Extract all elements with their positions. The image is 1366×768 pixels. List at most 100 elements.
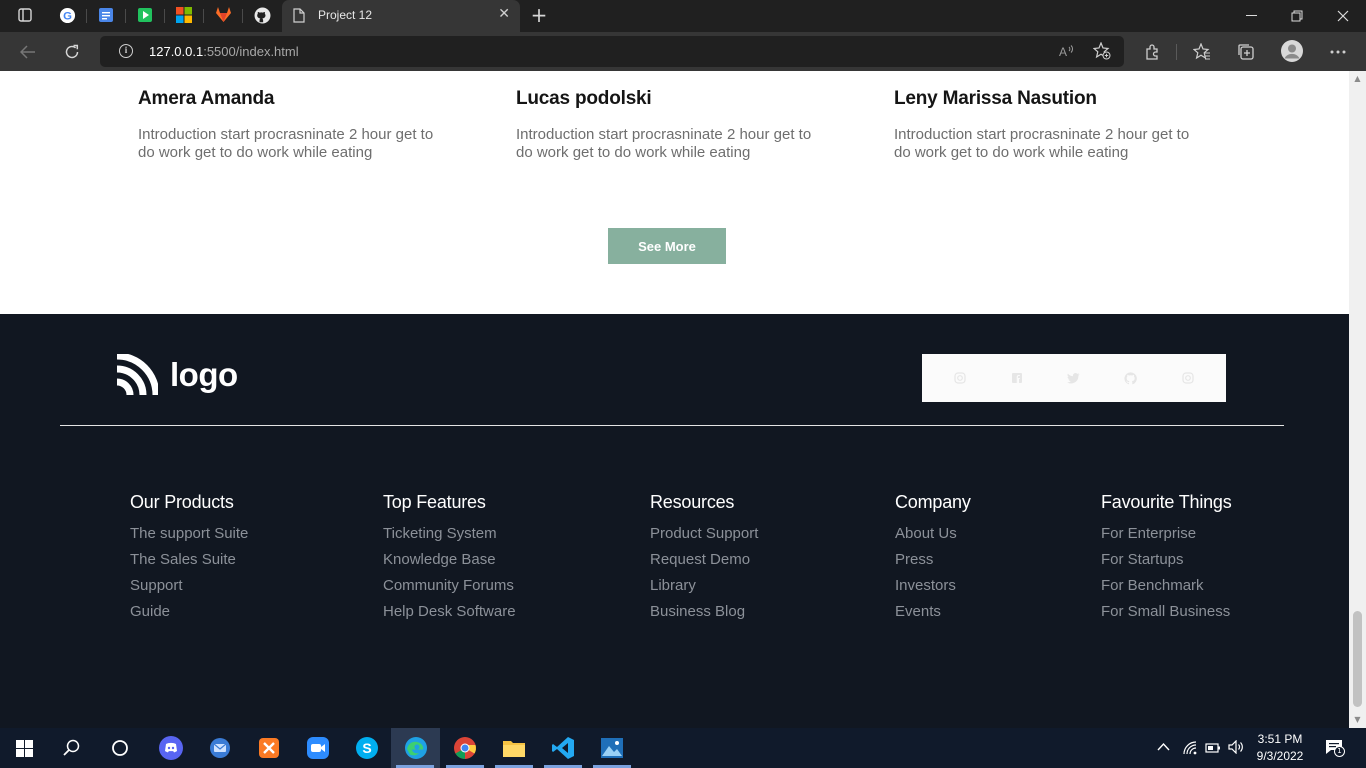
favorites-icon[interactable] <box>1191 41 1213 63</box>
facebook-icon[interactable] <box>1010 371 1024 385</box>
chrome-icon[interactable] <box>452 735 478 761</box>
edge-browser-icon[interactable] <box>403 735 429 761</box>
collections-icon[interactable] <box>1235 41 1257 63</box>
footer-column-title: Top Features <box>383 492 486 512</box>
footer-link[interactable]: Investors <box>895 577 971 603</box>
more-menu-icon[interactable] <box>1327 41 1349 63</box>
footer-link[interactable]: Help Desk Software <box>383 603 516 629</box>
footer-link[interactable]: Support <box>130 577 248 603</box>
site-footer: logo Our Products The support Suite The <box>0 314 1349 728</box>
footer-link[interactable]: Press <box>895 551 971 577</box>
restore-icon[interactable] <box>1282 4 1312 28</box>
back-icon[interactable] <box>16 40 40 64</box>
gitlab-tab-icon[interactable] <box>214 6 232 24</box>
extensions-icon[interactable] <box>1142 41 1164 63</box>
discord-icon[interactable] <box>158 735 184 761</box>
show-hidden-icons[interactable] <box>1157 740 1170 755</box>
volume-icon[interactable] <box>1228 739 1245 758</box>
footer-column-title: Company <box>895 492 971 512</box>
windows-start-icon[interactable] <box>11 735 37 761</box>
cortana-icon[interactable] <box>107 735 133 761</box>
testimonial-card: Lucas podolski Introduction start procra… <box>516 88 826 162</box>
instagram-icon[interactable] <box>953 371 967 385</box>
mail-app-icon[interactable] <box>207 735 233 761</box>
profile-avatar-icon[interactable] <box>1280 39 1304 63</box>
tab-close-icon[interactable]: ✕ <box>498 6 510 22</box>
footer-column-resources: Resources Product Support Request Demo L… <box>650 492 758 629</box>
footer-link[interactable]: Product Support <box>650 525 758 551</box>
footer-divider <box>60 425 1284 426</box>
tab-project-12[interactable]: Project 12 ✕ <box>282 0 520 32</box>
new-tab-button[interactable]: + <box>529 3 549 27</box>
page-icon <box>293 8 305 27</box>
footer-link[interactable]: For Benchmark <box>1101 577 1232 603</box>
testimonial-name: Leny Marissa Nasution <box>894 88 1097 109</box>
svg-text:S: S <box>362 740 371 756</box>
play-tab-icon[interactable] <box>136 6 154 24</box>
twitter-icon[interactable] <box>1067 371 1081 385</box>
footer-link[interactable]: For Startups <box>1101 551 1232 577</box>
footer-link[interactable]: Guide <box>130 603 248 629</box>
testimonial-text: Introduction start procrasninate 2 hour … <box>516 126 812 161</box>
svg-text:A: A <box>1059 45 1067 58</box>
browser-toolbar: i 127.0.0.1:5500/index.html A <box>0 32 1366 71</box>
footer-link[interactable]: The support Suite <box>130 525 248 551</box>
clock-date: 9/3/2022 <box>1256 749 1304 763</box>
github-icon[interactable] <box>1124 371 1138 385</box>
footer-link[interactable]: Knowledge Base <box>383 551 516 577</box>
footer-link[interactable]: The Sales Suite <box>130 551 248 577</box>
footer-column-favourite-things: Favourite Things For Enterprise For Star… <box>1101 492 1232 629</box>
xampp-icon[interactable] <box>256 735 282 761</box>
browser-tab-bar: G Project 12 ✕ + <box>0 0 1366 32</box>
google-tab-icon[interactable]: G <box>58 6 76 24</box>
footer-link[interactable]: For Enterprise <box>1101 525 1232 551</box>
battery-icon[interactable] <box>1205 742 1221 757</box>
clock-time: 3:51 PM <box>1257 732 1303 746</box>
footer-logo[interactable]: logo <box>115 353 238 396</box>
footer-column-top-features: Top Features Ticketing System Knowledge … <box>383 492 516 629</box>
system-clock[interactable]: 3:51 PM 9/3/2022 <box>1250 731 1310 765</box>
footer-link[interactable]: About Us <box>895 525 971 551</box>
wifi-icon[interactable] <box>1183 741 1198 759</box>
footer-column-title: Favourite Things <box>1101 492 1232 512</box>
search-icon[interactable] <box>59 735 85 761</box>
tab-actions-icon[interactable] <box>16 6 34 24</box>
scroll-down-icon[interactable]: ▼ <box>1353 715 1362 724</box>
file-explorer-icon[interactable] <box>501 735 527 761</box>
windows-taskbar: S 3:51 PM 9/3/2022 1 <box>0 728 1366 768</box>
address-bar[interactable]: i 127.0.0.1:5500/index.html A <box>100 36 1124 67</box>
scroll-thumb[interactable] <box>1353 611 1362 707</box>
site-info-icon[interactable]: i <box>119 44 133 58</box>
docs-tab-icon[interactable] <box>97 6 115 24</box>
scroll-up-icon[interactable]: ▲ <box>1353 74 1362 83</box>
favorite-add-icon[interactable] <box>1091 40 1113 62</box>
minimize-icon[interactable] <box>1236 4 1266 28</box>
window-close-icon[interactable] <box>1328 4 1358 28</box>
footer-link[interactable]: Ticketing System <box>383 525 516 551</box>
github-tab-icon[interactable] <box>253 6 271 24</box>
footer-link[interactable]: For Small Business <box>1101 603 1232 629</box>
see-more-button[interactable]: See More <box>608 228 726 264</box>
url-text[interactable]: 127.0.0.1:5500/index.html <box>149 44 299 59</box>
microsoft-tab-icon[interactable] <box>175 6 193 24</box>
refresh-icon[interactable] <box>60 40 84 64</box>
read-aloud-icon[interactable]: A <box>1056 40 1078 62</box>
zoom-icon[interactable] <box>305 735 331 761</box>
skype-icon[interactable]: S <box>354 735 380 761</box>
notification-center-icon[interactable]: 1 <box>1325 739 1345 759</box>
testimonial-name: Lucas podolski <box>516 88 652 109</box>
footer-link[interactable]: Events <box>895 603 971 629</box>
footer-column-our-products: Our Products The support Suite The Sales… <box>130 492 248 629</box>
vscode-icon[interactable] <box>550 735 576 761</box>
footer-column-title: Our Products <box>130 492 234 512</box>
instagram-icon[interactable] <box>1181 371 1195 385</box>
footer-column-title: Resources <box>650 492 735 512</box>
testimonial-name: Amera Amanda <box>138 88 275 109</box>
footer-link[interactable]: Library <box>650 577 758 603</box>
photos-icon[interactable] <box>599 735 625 761</box>
footer-link[interactable]: Community Forums <box>383 577 516 603</box>
footer-link[interactable]: Business Blog <box>650 603 758 629</box>
page-scrollbar[interactable]: ▲ ▼ <box>1349 71 1366 728</box>
logo-text: logo <box>170 356 238 393</box>
footer-link[interactable]: Request Demo <box>650 551 758 577</box>
